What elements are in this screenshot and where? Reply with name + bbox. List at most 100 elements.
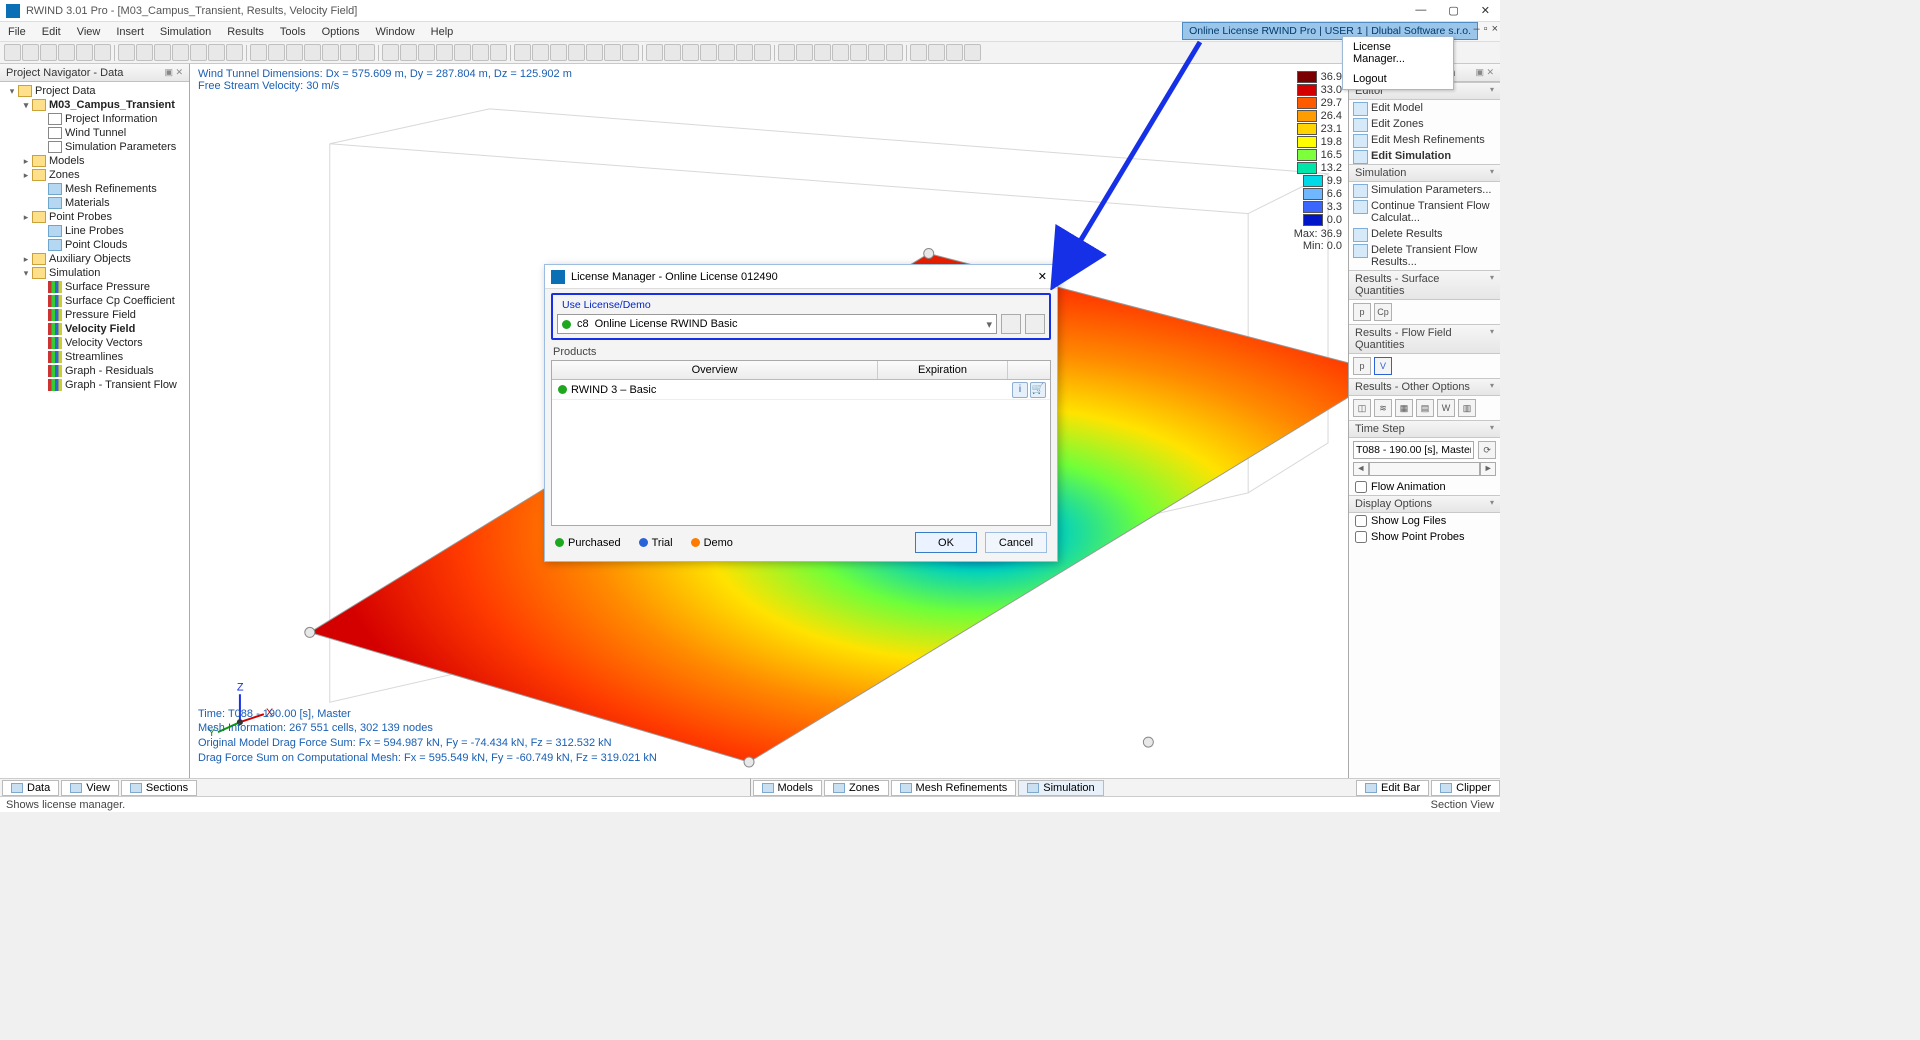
menu-view[interactable]: View	[69, 24, 109, 40]
toolbar-button[interactable]	[382, 44, 399, 61]
toolbar-button[interactable]	[796, 44, 813, 61]
dialog-close[interactable]: ✕	[1034, 270, 1051, 283]
toolbar-button[interactable]	[472, 44, 489, 61]
toolbar-button[interactable]	[868, 44, 885, 61]
toolbar-button[interactable]	[4, 44, 21, 61]
toolbar-button[interactable]	[418, 44, 435, 61]
toolbar-button[interactable]	[94, 44, 111, 61]
menu-results[interactable]: Results	[219, 24, 272, 40]
toolbar-button[interactable]	[322, 44, 339, 61]
toolbar-button[interactable]	[190, 44, 207, 61]
license-btn-2[interactable]	[1025, 314, 1045, 334]
show-probes-check[interactable]	[1355, 531, 1367, 543]
field-v-button[interactable]: V	[1374, 357, 1392, 375]
simulation-parameters[interactable]: Simulation Parameters...	[1349, 182, 1500, 198]
toolbar-button[interactable]	[622, 44, 639, 61]
toolbar-button[interactable]	[358, 44, 375, 61]
toolbar-button[interactable]	[490, 44, 507, 61]
toolbar-button[interactable]	[736, 44, 753, 61]
tab-simulation[interactable]: Simulation	[1018, 780, 1103, 796]
tab-edit-bar[interactable]: Edit Bar	[1356, 780, 1429, 796]
toolbar-button[interactable]	[22, 44, 39, 61]
toolbar-button[interactable]	[532, 44, 549, 61]
project-tree[interactable]: ▾Project Data ▾M03_Campus_Transient Proj…	[0, 82, 189, 778]
toolbar-button[interactable]	[40, 44, 57, 61]
delete-transient-results[interactable]: Delete Transient Flow Results...	[1349, 242, 1500, 270]
tab-view[interactable]: View	[61, 780, 119, 796]
toolbar-button[interactable]	[832, 44, 849, 61]
opt-4[interactable]: ▤	[1416, 399, 1434, 417]
minimize-button[interactable]: —	[1411, 4, 1430, 17]
menu-options[interactable]: Options	[314, 24, 368, 40]
toolbar-button[interactable]	[226, 44, 243, 61]
toolbar-button[interactable]	[778, 44, 795, 61]
continue-transient[interactable]: Continue Transient Flow Calculat...	[1349, 198, 1500, 226]
close-button[interactable]: ✕	[1477, 4, 1494, 17]
tab-data[interactable]: Data	[2, 780, 59, 796]
toolbar-button[interactable]	[250, 44, 267, 61]
toolbar-button[interactable]	[946, 44, 963, 61]
menu-tools[interactable]: Tools	[272, 24, 314, 40]
toolbar-button[interactable]	[754, 44, 771, 61]
edit-model[interactable]: Edit Model	[1349, 100, 1500, 116]
menu-file[interactable]: File	[0, 24, 34, 40]
toolbar-button[interactable]	[400, 44, 417, 61]
col-overview[interactable]: Overview	[552, 361, 878, 379]
menu-insert[interactable]: Insert	[108, 24, 152, 40]
cancel-button[interactable]: Cancel	[985, 532, 1047, 553]
toolbar-button[interactable]	[964, 44, 981, 61]
tab-models[interactable]: Models	[753, 780, 822, 796]
menu-simulation[interactable]: Simulation	[152, 24, 219, 40]
tab-zones[interactable]: Zones	[824, 780, 889, 796]
toolbar-button[interactable]	[286, 44, 303, 61]
logout-item[interactable]: Logout	[1343, 69, 1453, 89]
surface-p-button[interactable]: p	[1353, 303, 1371, 321]
toolbar-button[interactable]	[172, 44, 189, 61]
menu-window[interactable]: Window	[368, 24, 423, 40]
toolbar-button[interactable]	[304, 44, 321, 61]
toolbar-button[interactable]	[268, 44, 285, 61]
product-row[interactable]: RWIND 3 – Basic i 🛒	[552, 380, 1050, 400]
toolbar-button[interactable]	[208, 44, 225, 61]
timestep-next[interactable]: ►	[1480, 462, 1496, 476]
toolbar-button[interactable]	[850, 44, 867, 61]
license-combo[interactable]: c8 Online License RWIND Basic ▾	[557, 314, 997, 334]
license-manager-item[interactable]: License Manager...	[1343, 37, 1453, 69]
edit-simulation[interactable]: Edit Simulation	[1349, 148, 1500, 164]
toolbar-button[interactable]	[682, 44, 699, 61]
toolbar-button[interactable]	[664, 44, 681, 61]
toolbar-button[interactable]	[514, 44, 531, 61]
menu-help[interactable]: Help	[423, 24, 462, 40]
opt-3[interactable]: ▦	[1395, 399, 1413, 417]
info-icon[interactable]: i	[1012, 382, 1028, 398]
tab-sections[interactable]: Sections	[121, 780, 197, 796]
license-btn-1[interactable]	[1001, 314, 1021, 334]
toolbar-button[interactable]	[136, 44, 153, 61]
toolbar-button[interactable]	[718, 44, 735, 61]
flow-animation-check[interactable]	[1355, 481, 1367, 493]
field-p-button[interactable]: p	[1353, 357, 1371, 375]
tab-clipper[interactable]: Clipper	[1431, 780, 1500, 796]
opt-1[interactable]: ◫	[1353, 399, 1371, 417]
toolbar-button[interactable]	[118, 44, 135, 61]
delete-results[interactable]: Delete Results	[1349, 226, 1500, 242]
maximize-button[interactable]: ▢	[1444, 4, 1462, 17]
toolbar-button[interactable]	[58, 44, 75, 61]
cart-icon[interactable]: 🛒	[1030, 382, 1046, 398]
toolbar-button[interactable]	[586, 44, 603, 61]
timestep-prev[interactable]: ◄	[1353, 462, 1369, 476]
opt-6[interactable]: ▥	[1458, 399, 1476, 417]
toolbar-button[interactable]	[154, 44, 171, 61]
toolbar-button[interactable]	[454, 44, 471, 61]
toolbar-button[interactable]	[436, 44, 453, 61]
opt-2[interactable]: ≋	[1374, 399, 1392, 417]
menu-edit[interactable]: Edit	[34, 24, 69, 40]
tab-mesh-refinements[interactable]: Mesh Refinements	[891, 780, 1017, 796]
ok-button[interactable]: OK	[915, 532, 977, 553]
surface-cp-button[interactable]: Cp	[1374, 303, 1392, 321]
edit-mesh-refinements[interactable]: Edit Mesh Refinements	[1349, 132, 1500, 148]
show-log-check[interactable]	[1355, 515, 1367, 527]
toolbar-button[interactable]	[550, 44, 567, 61]
toolbar-button[interactable]	[910, 44, 927, 61]
toolbar-button[interactable]	[340, 44, 357, 61]
